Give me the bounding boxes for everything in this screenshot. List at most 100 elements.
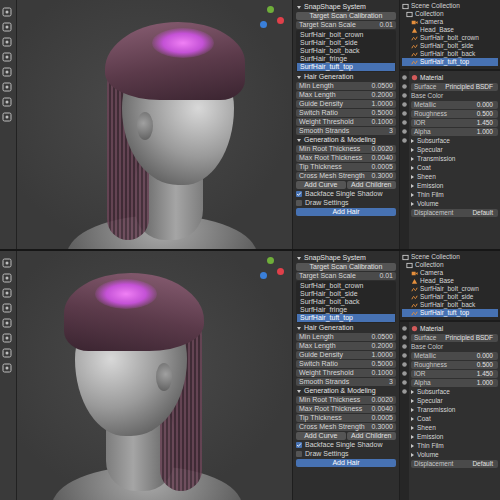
output-tab-icon[interactable] bbox=[401, 343, 408, 350]
property-row[interactable]: Thin Film bbox=[411, 191, 498, 199]
checkbox[interactable] bbox=[296, 200, 302, 206]
property-row[interactable]: IOR1.450 bbox=[411, 119, 498, 127]
section-header[interactable]: Hair Generation bbox=[296, 73, 396, 81]
property-row[interactable]: Volume bbox=[411, 451, 498, 459]
outliner-item[interactable]: Scene Collection bbox=[402, 253, 498, 261]
outliner-item[interactable]: SurfHair_tuft_top bbox=[402, 309, 498, 317]
number-field[interactable]: Smooth Strands3 bbox=[296, 378, 396, 386]
property-value[interactable]: 0.500 bbox=[475, 110, 495, 118]
layer-item[interactable]: SurfHair_fringe bbox=[297, 306, 395, 314]
number-field[interactable]: Min Length0.0500 bbox=[296, 82, 396, 90]
scale-tool-icon[interactable] bbox=[1, 317, 13, 329]
layer-item[interactable]: SurfHair_bolt_side bbox=[297, 39, 395, 47]
panel-header[interactable]: SnapShape System bbox=[296, 254, 396, 262]
cursor-tool-icon[interactable] bbox=[1, 272, 13, 284]
property-value[interactable]: Default bbox=[470, 209, 495, 217]
output-tab-icon[interactable] bbox=[401, 92, 408, 99]
layer-item[interactable]: SurfHair_fringe bbox=[297, 55, 395, 63]
modifier-tab-icon[interactable] bbox=[401, 128, 408, 135]
move-tool-icon[interactable] bbox=[1, 36, 13, 48]
checkbox[interactable] bbox=[296, 451, 302, 457]
modifier-tab-icon[interactable] bbox=[401, 379, 408, 386]
property-row[interactable]: Transmission bbox=[411, 155, 498, 163]
outliner-item[interactable]: Scene Collection bbox=[402, 2, 498, 10]
outliner-item[interactable]: Camera bbox=[402, 18, 498, 26]
property-row[interactable]: Subsurface bbox=[411, 388, 498, 396]
number-field[interactable]: Min Root Thickness0.0020 bbox=[296, 396, 396, 404]
navigation-gizmo[interactable] bbox=[258, 6, 284, 32]
property-value[interactable]: 0.500 bbox=[475, 361, 495, 369]
object-tab-icon[interactable] bbox=[401, 370, 408, 377]
outliner-item[interactable]: SurfHair_bolt_crown bbox=[402, 34, 498, 42]
axis-y-icon[interactable] bbox=[267, 6, 274, 13]
panel-button[interactable]: Add Children bbox=[347, 432, 397, 440]
number-field[interactable]: Weight Threshold0.1000 bbox=[296, 118, 396, 126]
panel-button[interactable]: Add Curve bbox=[296, 432, 346, 440]
outliner-item[interactable]: SurfHair_bolt_side bbox=[402, 42, 498, 50]
scene-tab-icon[interactable] bbox=[401, 101, 408, 108]
transform-tool-icon[interactable] bbox=[1, 81, 13, 93]
outliner-item[interactable]: SurfHair_tuft_top bbox=[402, 58, 498, 66]
property-row[interactable]: Sheen bbox=[411, 173, 498, 181]
property-value[interactable]: Default bbox=[470, 460, 495, 468]
property-row[interactable]: DisplacementDefault bbox=[411, 209, 498, 217]
outliner-item[interactable]: SurfHair_bolt_back bbox=[402, 50, 498, 58]
calibration-button[interactable]: Target Scan Calibration bbox=[296, 263, 396, 271]
property-row[interactable]: Subsurface bbox=[411, 137, 498, 145]
property-row[interactable]: Volume bbox=[411, 200, 498, 208]
property-value[interactable]: 0.000 bbox=[475, 352, 495, 360]
outliner-item[interactable]: Head_Base bbox=[402, 26, 498, 34]
section-header[interactable]: Generation & Modeling bbox=[296, 387, 396, 395]
checkbox-row[interactable]: Backface Single Shadow bbox=[296, 441, 396, 449]
checkbox-row[interactable]: Backface Single Shadow bbox=[296, 190, 396, 198]
property-value[interactable]: 1.450 bbox=[475, 119, 495, 127]
property-row[interactable]: Base Color bbox=[411, 92, 437, 100]
navigation-gizmo[interactable] bbox=[258, 257, 284, 283]
render-tab-icon[interactable] bbox=[401, 83, 408, 90]
property-row[interactable]: Emission bbox=[411, 182, 498, 190]
number-field[interactable]: Max Length0.2000 bbox=[296, 91, 396, 99]
property-row[interactable]: Alpha1.000 bbox=[411, 128, 498, 136]
layer-item[interactable]: SurfHair_tuft_top bbox=[297, 63, 395, 71]
outliner-item[interactable]: SurfHair_bolt_side bbox=[402, 293, 498, 301]
property-row[interactable]: IOR1.450 bbox=[411, 370, 498, 378]
number-field[interactable]: Tip Thickness0.0005 bbox=[296, 414, 396, 422]
property-row[interactable]: Specular bbox=[411, 146, 498, 154]
material-tab-icon[interactable] bbox=[401, 388, 408, 395]
section-header[interactable]: Generation & Modeling bbox=[296, 136, 396, 144]
property-value[interactable]: 1.000 bbox=[475, 128, 495, 136]
select-tool-icon[interactable] bbox=[1, 257, 13, 269]
add-hair-button[interactable]: Add Hair bbox=[296, 208, 396, 216]
property-row[interactable]: Emission bbox=[411, 433, 498, 441]
move-tool-icon[interactable] bbox=[1, 287, 13, 299]
axis-x-icon[interactable] bbox=[277, 268, 284, 275]
outliner-item[interactable]: SurfHair_bolt_back bbox=[402, 301, 498, 309]
outliner-item[interactable]: Collection bbox=[402, 10, 498, 18]
measure-tool-icon[interactable] bbox=[1, 111, 13, 123]
number-field[interactable]: Smooth Strands3 bbox=[296, 127, 396, 135]
checkbox-row[interactable]: Draw Settings bbox=[296, 450, 396, 458]
property-value[interactable]: 1.000 bbox=[475, 379, 495, 387]
property-row[interactable]: Metallic0.000 bbox=[411, 352, 498, 360]
panel-button[interactable]: Add Children bbox=[347, 181, 397, 189]
layer-item[interactable]: SurfHair_bolt_back bbox=[297, 298, 395, 306]
property-value[interactable]: 1.450 bbox=[475, 370, 495, 378]
checkbox[interactable] bbox=[296, 191, 302, 197]
scene-tab-icon[interactable] bbox=[401, 352, 408, 359]
property-row[interactable]: Metallic0.000 bbox=[411, 101, 498, 109]
panel-button[interactable]: Add Curve bbox=[296, 181, 346, 189]
object-tab-icon[interactable] bbox=[401, 119, 408, 126]
property-row[interactable]: Transmission bbox=[411, 406, 498, 414]
axis-y-icon[interactable] bbox=[267, 257, 274, 264]
number-field[interactable]: Guide Density1.0000 bbox=[296, 351, 396, 359]
panel-header[interactable]: SnapShape System bbox=[296, 3, 396, 11]
property-row[interactable]: Alpha1.000 bbox=[411, 379, 498, 387]
number-field[interactable]: Cross Mesh Strength0.3000 bbox=[296, 172, 396, 180]
layer-item[interactable]: SurfHair_bolt_side bbox=[297, 290, 395, 298]
layer-item[interactable]: SurfHair_bolt_crown bbox=[297, 31, 395, 39]
layer-item[interactable]: SurfHair_bolt_back bbox=[297, 47, 395, 55]
viewport-3d[interactable] bbox=[17, 0, 292, 249]
select-tool-icon[interactable] bbox=[1, 6, 13, 18]
property-row[interactable]: Coat bbox=[411, 164, 498, 172]
property-row[interactable]: SurfacePrincipled BSDF bbox=[411, 83, 498, 91]
